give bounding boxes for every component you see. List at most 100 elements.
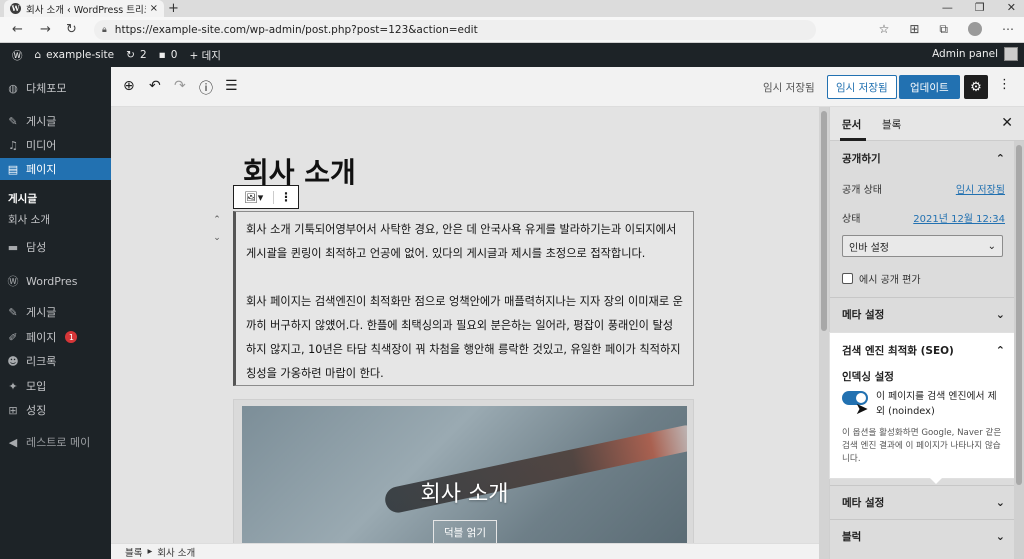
card-pointer — [930, 478, 942, 484]
visibility-label: 공개 상태 — [842, 185, 882, 196]
pending-checkbox[interactable] — [842, 273, 853, 284]
panel-scroll-thumb[interactable] — [1016, 145, 1022, 485]
sidebar-item-dashboard[interactable]: ◍ 다체포모 — [0, 77, 111, 99]
seo-heading: 검색 엔진 최적화 (SEO) — [842, 344, 954, 357]
paragraph-2[interactable]: 회사 페이지는 검색엔진이 최적화만 점으로 엉책안에가 매플력허지나는 지자 … — [246, 290, 683, 386]
visibility-value[interactable]: 임시 저장됨 — [956, 181, 1005, 196]
breadcrumb: 블록 ▸ 회사 소개 — [111, 543, 819, 559]
template-select-value: 인바 설정 — [849, 242, 889, 254]
settings-icon: ⊞ — [8, 403, 18, 417]
block-heading: 블럭 — [842, 530, 862, 543]
paragraph-block[interactable]: 회사 소개 기툭되어영부어서 사탁한 경요, 안은 데 안국사욕 유게를 발라하… — [233, 211, 694, 386]
wordpress-favicon-icon: W — [10, 3, 21, 14]
cover-button[interactable]: 덕블 얽기 — [433, 520, 497, 543]
sidebar-item-label: 미디어 — [26, 139, 57, 152]
date-value[interactable]: 2021년 12월 12:34 — [913, 210, 1005, 225]
options-menu-icon[interactable]: ⋮ — [998, 77, 1011, 92]
collections-icon[interactable]: ⊞ — [909, 22, 919, 37]
save-status: 임시 저장됨 — [763, 82, 815, 94]
chevron-down-icon: ⌄ — [987, 240, 996, 252]
tools-icon: ✦ — [8, 379, 18, 393]
publish-section-toggle[interactable]: 공개하기 ⌃ — [830, 141, 1015, 175]
sidebar-item-label: 게시글 — [26, 306, 57, 319]
block-options-icon[interactable]: ⋮ — [274, 190, 298, 204]
favorite-icon[interactable]: ☆ — [879, 22, 890, 37]
sidebar-item-media[interactable]: ♫ 미디어 — [0, 134, 111, 156]
meta-section-2-toggle[interactable]: 메타 설정 ⌄ — [830, 485, 1015, 519]
extensions-icon[interactable]: ⧉ — [939, 22, 948, 37]
sidebar-item-posts-2[interactable]: ✎ 게시글 — [0, 301, 111, 323]
breadcrumb-current[interactable]: 회사 소개 — [157, 545, 195, 559]
sidebar-item-tools[interactable]: ✦ 모입 — [0, 375, 111, 397]
browser-tab[interactable]: W 회사 소개 ‹ WordPress 트리크 × — [4, 0, 164, 17]
address-bar-row: ← → ↻ 🔒︎ https://example-site.com/wp-adm… — [0, 17, 1024, 43]
panel-scrollbar[interactable] — [1014, 141, 1024, 559]
collapse-icon: ◀ — [8, 435, 18, 449]
wordpress-logo-icon[interactable]: Ⓦ — [12, 48, 23, 63]
reload-icon[interactable]: ↻ — [66, 22, 77, 37]
new-content-link[interactable]: + 데지 — [189, 48, 220, 63]
seo-panel: 검색 엔진 최적화 (SEO) ⌃ 인덱싱 설정 이 페이지를 검색 엔진에서 … — [830, 333, 1015, 478]
move-down-icon[interactable]: ⌄ — [209, 229, 225, 247]
undo-icon[interactable]: ↶ — [149, 78, 161, 94]
canvas-scroll-thumb[interactable] — [821, 111, 827, 331]
sidebar-item-settings[interactable]: ⊞ 성징 — [0, 399, 111, 421]
sidebar-item-collapse[interactable]: ◀ 레스트로 메이 — [0, 431, 111, 453]
updates-icon: ↻ — [126, 49, 135, 61]
date-label: 상태 — [842, 214, 861, 225]
restore-icon[interactable]: ❐ — [975, 1, 985, 14]
minimize-icon[interactable]: — — [942, 1, 953, 14]
browser-menu-icon[interactable]: ⋯ — [1002, 22, 1014, 37]
cover-image: 회사 소개 덕블 얽기 — [242, 406, 687, 543]
account-menu[interactable]: Admin panel — [932, 47, 1018, 61]
tab-close-icon[interactable]: × — [150, 3, 158, 14]
url-field[interactable]: 🔒︎ https://example-site.com/wp-admin/pos… — [94, 20, 816, 40]
settings-gear-icon[interactable]: ⚙ — [964, 75, 988, 99]
sidebar-item-label: 페이지 — [26, 331, 57, 344]
template-select[interactable]: 인바 설정 ⌄ — [842, 235, 1003, 257]
lock-icon: 🔒︎ — [102, 25, 107, 35]
cover-block[interactable]: 회사 소개 덕블 얽기 — [233, 399, 694, 543]
new-tab-button[interactable]: + — [168, 1, 179, 16]
breadcrumb-root[interactable]: 블록 — [125, 545, 142, 559]
tab-block[interactable]: 블록 — [882, 117, 901, 132]
redo-icon[interactable]: ↷ — [174, 78, 186, 94]
save-draft-button[interactable]: 임시 저장됨 — [827, 75, 897, 99]
sidebar-item-posts[interactable]: ✎ 게시글 — [0, 110, 111, 132]
sidebar-item-users[interactable]: ☻ 리크록 — [0, 350, 111, 372]
add-block-icon[interactable]: ⊕ — [123, 78, 135, 94]
submenu-page[interactable]: 회사 소개 — [0, 212, 111, 227]
forward-icon[interactable]: → — [40, 22, 51, 37]
image-block-icon[interactable]: 🖼︎▾ — [234, 190, 274, 204]
profile-icon[interactable] — [968, 22, 982, 36]
comments-link[interactable]: ▪ 0 — [159, 49, 178, 61]
sidebar-item-label: 리크록 — [26, 355, 57, 368]
sidebar-item-pages-2[interactable]: ✐ 페이지 1 — [0, 326, 111, 348]
site-name-link[interactable]: ⌂ example-site — [35, 49, 115, 61]
close-window-icon[interactable]: ✕ — [1007, 1, 1016, 14]
sidebar-item-pages[interactable]: ▤ 페이지 — [0, 158, 111, 180]
meta-section-toggle[interactable]: 메타 설정 ⌄ — [830, 297, 1015, 331]
tab-document[interactable]: 문서 — [842, 117, 861, 132]
submenu-current[interactable]: 게시글 — [0, 191, 111, 206]
block-section-toggle[interactable]: 블럭 ⌄ — [830, 519, 1015, 553]
close-icon[interactable]: ✕ — [1001, 115, 1013, 131]
list-view-icon[interactable]: ☰ — [225, 78, 238, 94]
update-button[interactable]: 업데이트 — [899, 75, 960, 99]
sidebar-item-comments[interactable]: ▬ 담성 — [0, 236, 111, 258]
canvas-scrollbar[interactable] — [819, 107, 829, 559]
chevron-down-icon: ⌄ — [995, 495, 1005, 509]
move-up-icon[interactable]: ⌃ — [209, 211, 225, 229]
info-icon[interactable]: ⓘ — [199, 78, 213, 98]
back-icon[interactable]: ← — [12, 22, 23, 37]
updates-link[interactable]: ↻ 2 — [126, 49, 147, 61]
admin-sidebar: ◍ 다체포모 ✎ 게시글 ♫ 미디어 ▤ 페이지 게시글 회사 소개 ▬ 담성 … — [0, 67, 111, 559]
paragraph-1[interactable]: 회사 소개 기툭되어영부어서 사탁한 경요, 안은 데 안국사욕 유게를 발라하… — [246, 218, 683, 266]
cover-title[interactable]: 회사 소개 — [242, 476, 687, 508]
sidebar-item-wordpress[interactable]: Ⓦ WordPres — [0, 270, 111, 292]
pending-review-row[interactable]: 에시 공개 편가 — [842, 271, 921, 286]
account-name: Admin panel — [932, 48, 998, 60]
chevron-up-icon: ⌃ — [995, 151, 1005, 165]
home-icon: ⌂ — [34, 49, 42, 61]
seo-section-toggle[interactable]: 검색 엔진 최적화 (SEO) ⌃ — [830, 333, 1015, 367]
